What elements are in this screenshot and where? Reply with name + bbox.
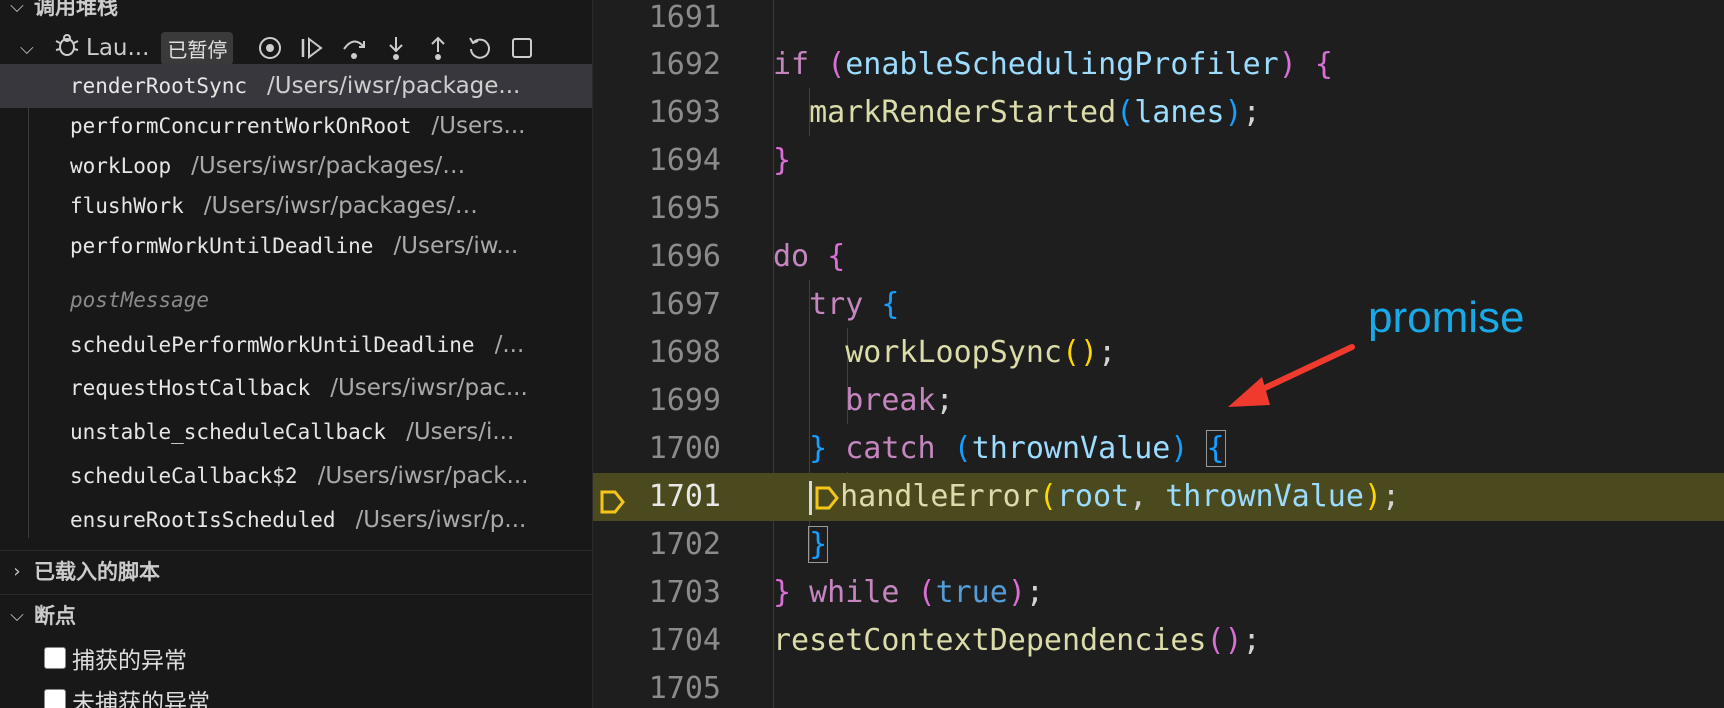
frame-path: /Users/iwsr/packages/sch... xyxy=(203,193,484,219)
stack-frame[interactable]: flushWork /Users/iwsr/packages/sch... xyxy=(0,184,592,228)
line-number: 1699 xyxy=(648,383,721,418)
step-into-icon[interactable] xyxy=(383,35,409,61)
checkbox[interactable] xyxy=(44,689,66,708)
bug-icon xyxy=(54,32,80,64)
line-number: 1694 xyxy=(648,143,721,178)
stack-frame[interactable]: unstable_scheduleCallback /Users/i... xyxy=(0,410,592,454)
stack-frame[interactable]: requestHostCallback /Users/iwsr/pac... xyxy=(0,366,592,410)
breakpoint-gutter-icon[interactable] xyxy=(599,488,627,520)
frame-function: workLoop xyxy=(70,154,172,178)
code-line: 1698 workLoopSync(); xyxy=(593,329,1724,377)
call-stack-header[interactable]: ⌵ 调用堆栈 xyxy=(0,0,592,26)
frame-path: /... xyxy=(494,332,525,358)
frame-path: /Users/iwsr/packages/sche... xyxy=(191,153,471,179)
frame-function: renderRootSync xyxy=(70,74,248,98)
frame-function: requestHostCallback xyxy=(70,376,311,400)
code-line: 1704 resetContextDependencies(); xyxy=(593,617,1724,665)
code-line: 1705 xyxy=(593,665,1724,708)
option-label: 捕获的异常 xyxy=(72,648,187,674)
line-number: 1695 xyxy=(648,191,721,226)
step-out-icon[interactable] xyxy=(425,35,451,61)
stack-frame[interactable]: schedulePerformWorkUntilDeadline /... xyxy=(0,323,592,367)
inline-breakpoint-icon[interactable] xyxy=(814,479,840,514)
line-number: 1693 xyxy=(648,95,721,130)
breakpoints-header[interactable]: ⌵ 断点 xyxy=(0,594,592,635)
frame-function: performConcurrentWorkOnRoot xyxy=(70,114,412,138)
text-cursor xyxy=(809,480,813,515)
option-label: 未捕获的异常 xyxy=(72,690,210,708)
chevron-right-icon: › xyxy=(13,560,21,582)
annotation-arrow xyxy=(1228,344,1355,407)
frame-function: ensureRootIsScheduled xyxy=(70,508,336,532)
line-number: 1696 xyxy=(648,239,721,274)
code-line: 1700 } catch (thrownValue) { xyxy=(593,425,1724,473)
frame-function: flushWork xyxy=(70,194,184,218)
chevron-down-icon: ⌵ xyxy=(20,37,34,59)
chevron-down-icon: ⌵ xyxy=(10,0,24,17)
loaded-scripts-header[interactable]: › 已载入的脚本 xyxy=(0,550,592,591)
frame-path: /Users/iwsr/pack... xyxy=(317,463,529,489)
line-number: 1704 xyxy=(648,623,721,658)
code-line: 1699 break; xyxy=(593,377,1724,425)
annotation-label: promise xyxy=(1368,293,1525,342)
code-editor[interactable]: 1691 1692 if (enableSchedulingProfiler) … xyxy=(593,0,1724,708)
uncaught-exceptions-option[interactable]: 未捕获的异常 xyxy=(44,682,210,708)
code-line: 1693 markRenderStarted(lanes); xyxy=(593,89,1724,137)
thread-row[interactable]: ⌵ Lau... 已暂停 xyxy=(0,28,592,68)
frame-function: scheduleCallback$2 xyxy=(70,464,298,488)
code-line: 1692 if (enableSchedulingProfiler) { xyxy=(593,41,1724,89)
breakpoints-icon[interactable] xyxy=(257,35,283,61)
code-line: 1695 xyxy=(593,185,1724,233)
thread-name: Lau... xyxy=(86,35,150,61)
code-line: 1702 } xyxy=(593,521,1724,569)
step-over-icon[interactable] xyxy=(341,35,367,61)
line-number: 1692 xyxy=(648,47,721,82)
line-number: 1703 xyxy=(648,575,721,610)
code-line: 1697 try { xyxy=(593,281,1724,329)
code-line: 1696 do { xyxy=(593,233,1724,281)
frame-function: unstable_scheduleCallback xyxy=(70,420,387,444)
call-stack-title: 调用堆栈 xyxy=(34,0,118,19)
debug-sidebar: ⌵ 调用堆栈 ⌵ Lau... 已暂停 renderRootSync /User… xyxy=(0,0,593,708)
paused-badge: 已暂停 xyxy=(161,31,234,65)
code-line: 1703 } while (true); xyxy=(593,569,1724,617)
async-separator: postMessage xyxy=(70,288,210,312)
line-number: 1705 xyxy=(648,671,721,706)
frame-path: /Users... xyxy=(431,113,526,139)
frame-path: /Users/iwsr/p... xyxy=(355,507,527,533)
stack-frame[interactable]: renderRootSync /Users/iwsr/package... xyxy=(0,64,592,108)
continue-icon[interactable] xyxy=(299,35,325,61)
restart-icon[interactable] xyxy=(467,35,493,61)
stack-frame[interactable]: performWorkUntilDeadline /Users/iw... xyxy=(0,224,592,268)
code-line: 1694 } xyxy=(593,137,1724,185)
line-number: 1700 xyxy=(648,431,721,466)
loaded-scripts-title: 已载入的脚本 xyxy=(34,560,160,584)
line-number: 1698 xyxy=(648,335,721,370)
frame-function: performWorkUntilDeadline xyxy=(70,234,374,258)
frame-path: /Users/iwsr/pac... xyxy=(330,375,528,401)
line-number: 1702 xyxy=(648,527,721,562)
frame-function: schedulePerformWorkUntilDeadline xyxy=(70,333,475,357)
code-line: 1691 xyxy=(593,0,1724,42)
frame-path: /Users/iw... xyxy=(393,233,519,259)
caught-exceptions-option[interactable]: 捕获的异常 xyxy=(44,640,187,676)
stack-frame[interactable]: ensureRootIsScheduled /Users/iwsr/p... xyxy=(0,498,592,542)
stack-frame[interactable]: performConcurrentWorkOnRoot /Users... xyxy=(0,104,592,148)
stack-frame[interactable]: workLoop /Users/iwsr/packages/sche... xyxy=(0,144,592,188)
chevron-down-icon: ⌵ xyxy=(10,604,24,626)
checkbox[interactable] xyxy=(44,647,66,669)
line-number: 1691 xyxy=(648,0,721,35)
current-line: 1701 handleError(root, thrownValue); xyxy=(593,473,1724,521)
debug-toolbar xyxy=(257,35,535,61)
breakpoints-title: 断点 xyxy=(34,604,76,628)
frame-path: /Users/i... xyxy=(406,419,515,445)
stack-frame[interactable]: scheduleCallback$2 /Users/iwsr/pack... xyxy=(0,454,592,498)
stop-icon[interactable] xyxy=(509,35,535,61)
line-number: 1697 xyxy=(648,287,721,322)
frame-path: /Users/iwsr/package... xyxy=(267,73,521,99)
